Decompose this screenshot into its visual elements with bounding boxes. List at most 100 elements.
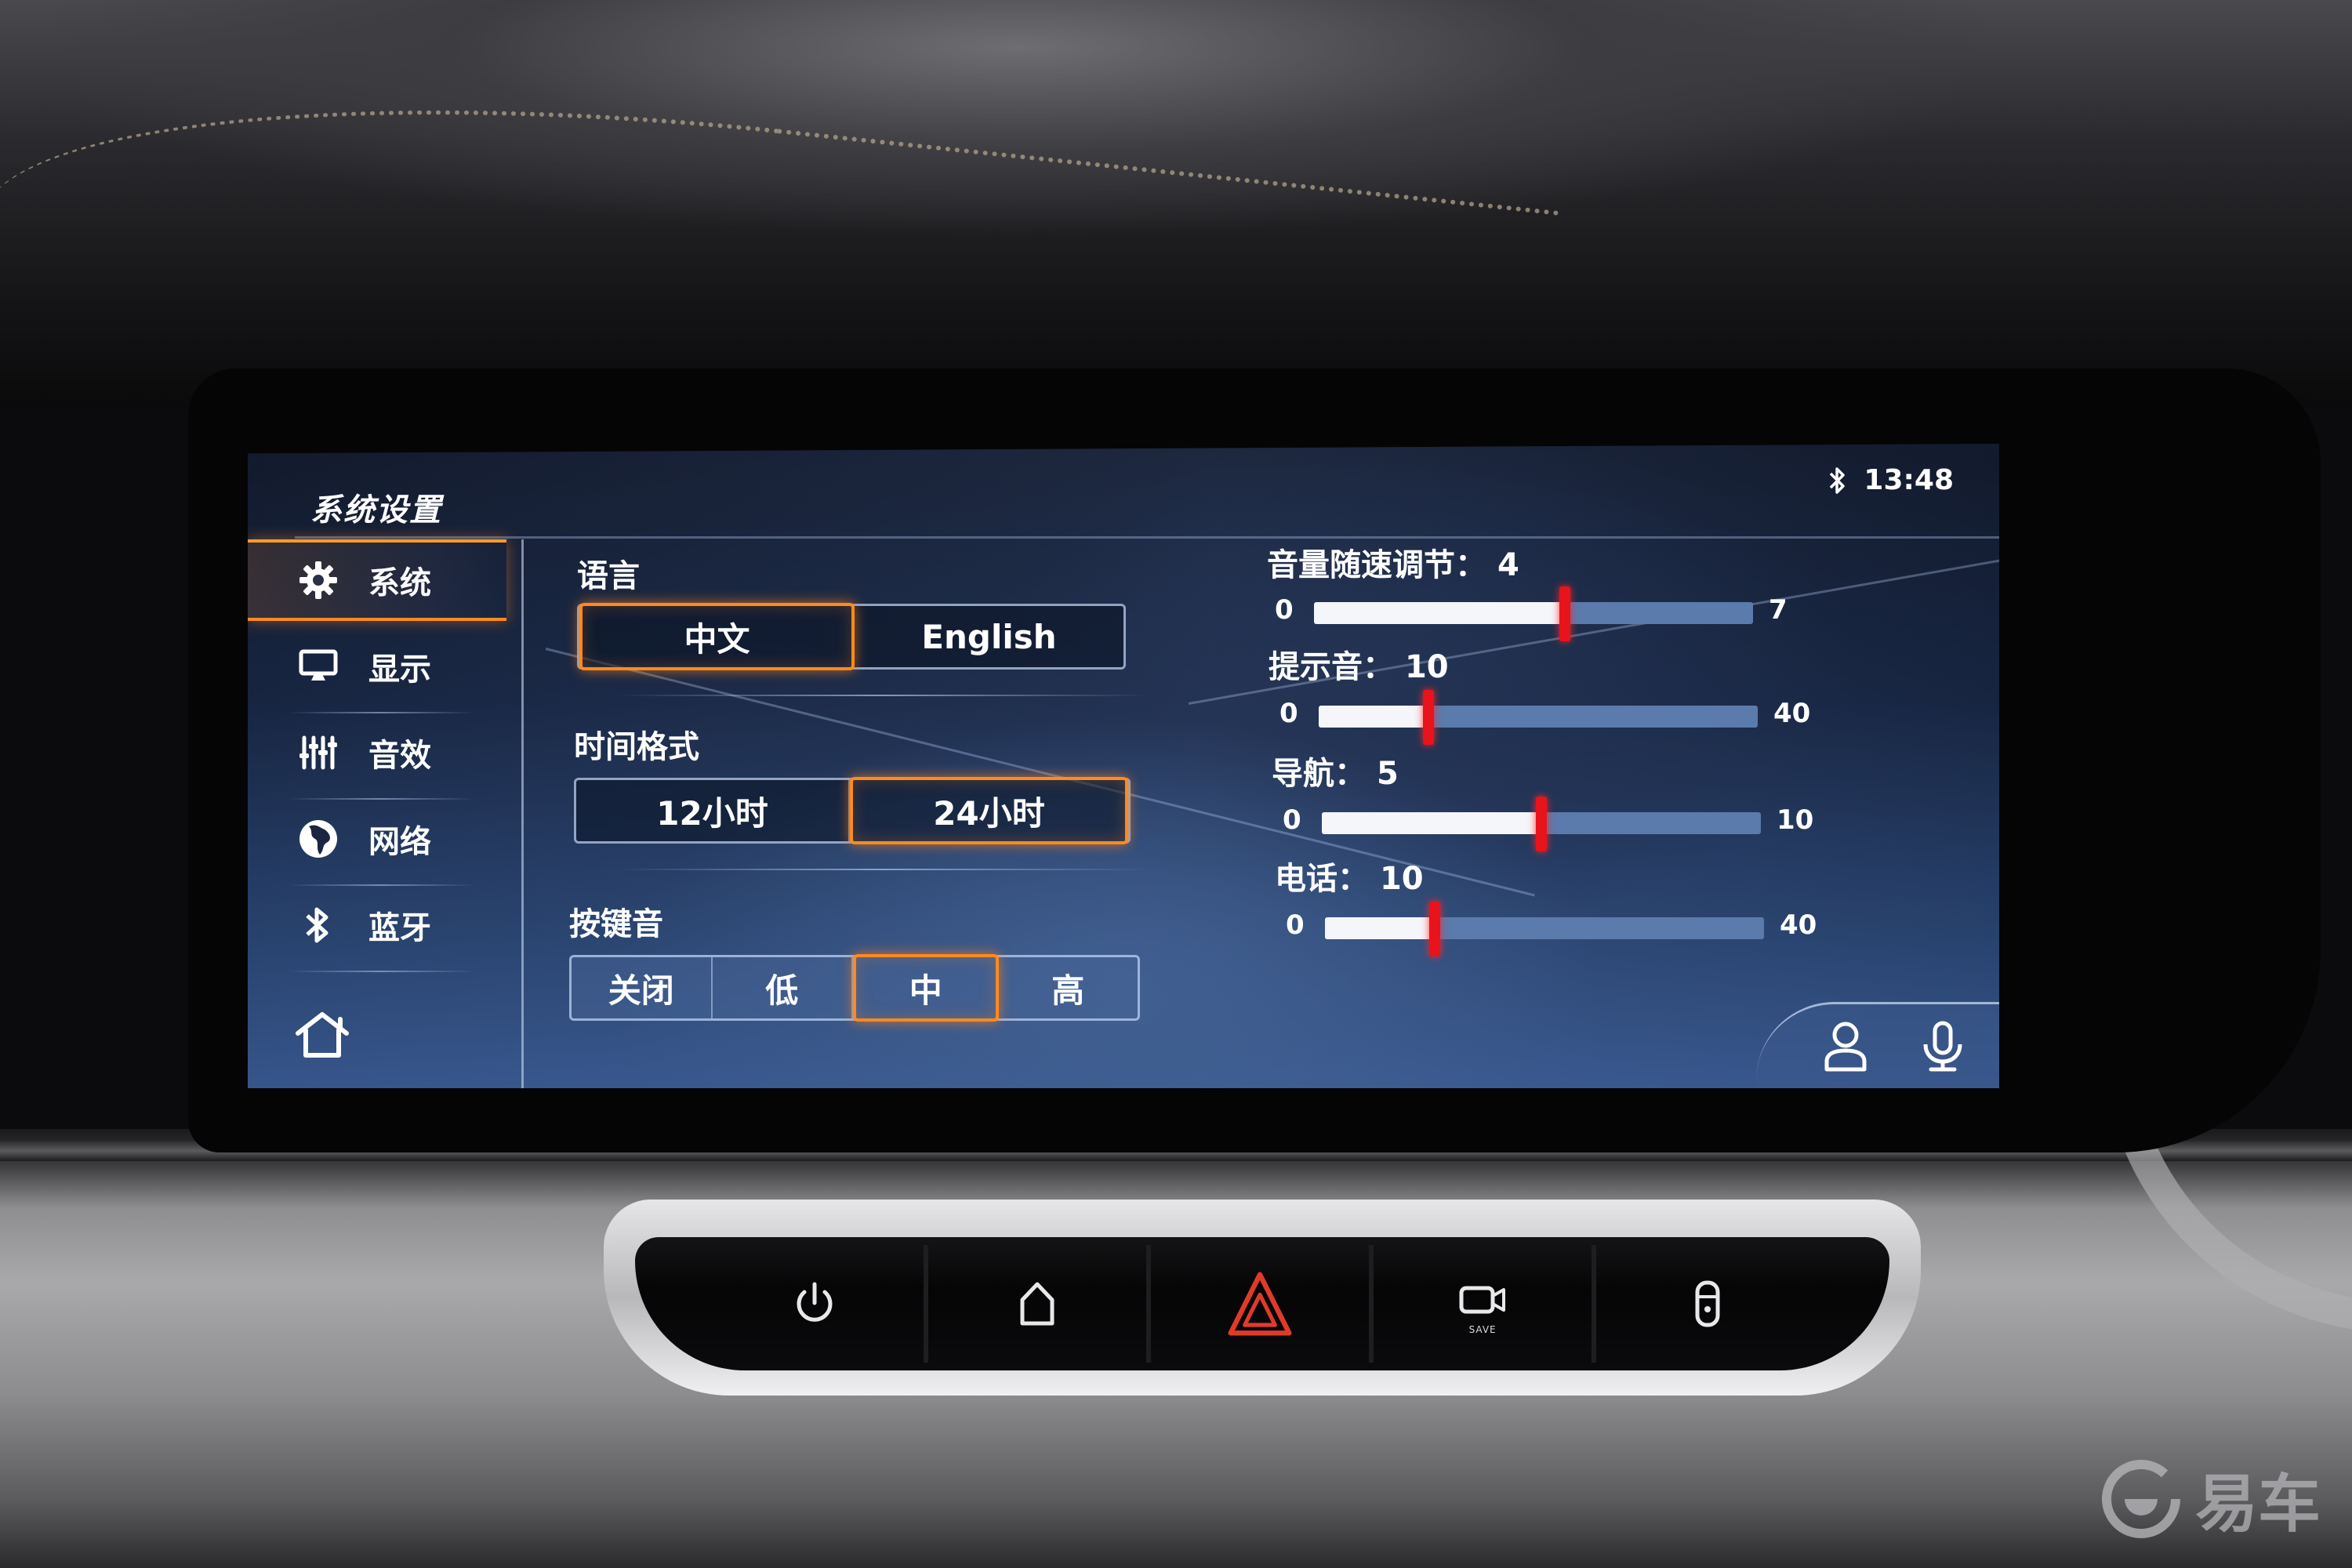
sidebar-item-network[interactable]: 网络: [248, 798, 506, 880]
clock: 13:48: [1864, 464, 1954, 496]
section-divider: [616, 695, 1149, 696]
home-hardware-button[interactable]: [928, 1245, 1152, 1363]
option-label: 高: [1051, 971, 1085, 1010]
page-title: 系统设置: [310, 492, 442, 528]
power-button[interactable]: [706, 1245, 929, 1363]
slider-min-label: 0: [1279, 698, 1298, 729]
dashcam-save-icon: [1459, 1286, 1506, 1314]
key-tone-option-low[interactable]: 低: [713, 957, 853, 1018]
time-format-option-24h[interactable]: 24小时: [850, 777, 1128, 844]
option-label: 中: [909, 971, 942, 1010]
sidebar-item-label: 显示: [368, 652, 431, 688]
option-label: English: [921, 617, 1057, 656]
section-divider: [616, 869, 1149, 870]
hazard-button[interactable]: [1151, 1245, 1374, 1363]
slider-thumb[interactable]: [1423, 690, 1434, 745]
car-lock-icon: [1695, 1280, 1720, 1327]
home-button[interactable]: [295, 1010, 350, 1065]
equalizer-icon: [295, 729, 342, 776]
sidebar-divider: [287, 971, 475, 972]
gear-icon: [295, 557, 342, 604]
sidebar-item-system[interactable]: 系统: [248, 539, 506, 621]
key-tone-label: 按键音: [569, 906, 663, 942]
watermark-logo: 易车: [2098, 1454, 2321, 1544]
slider-title: 提示音：: [1269, 649, 1394, 685]
car-lock-button[interactable]: [1596, 1245, 1819, 1363]
slider-title: 导航：: [1272, 756, 1366, 792]
option-label: 24小时: [933, 793, 1045, 833]
slider-value: 4: [1497, 547, 1519, 583]
slider-fill: [1319, 706, 1428, 728]
option-label: 低: [765, 971, 799, 1010]
globe-icon: [295, 815, 342, 862]
slider-max-label: 10: [1777, 804, 1814, 836]
sidebar-item-label: 网络: [368, 824, 431, 860]
dashcam-save-button[interactable]: SAVE: [1374, 1245, 1597, 1363]
slider-thumb[interactable]: [1429, 902, 1440, 956]
slider-max-label: 40: [1773, 698, 1811, 729]
slider-value: 10: [1379, 861, 1424, 897]
slider-value: 10: [1404, 649, 1449, 685]
hardware-button-bar: SAVE: [635, 1237, 1889, 1370]
option-label: 关闭: [608, 971, 674, 1010]
system-settings-panel: 语言 中文 English 时间格式 12小时 24小时 按键音 关闭 低 中 …: [530, 539, 1189, 1088]
option-label: 中文: [684, 619, 750, 659]
sidebar-item-sound-effects[interactable]: 音效: [248, 712, 506, 793]
option-label: 12小时: [656, 793, 768, 833]
slider-min-label: 0: [1286, 909, 1305, 941]
slider-fill: [1322, 812, 1541, 834]
slider-fill: [1314, 602, 1565, 624]
key-tone-option-off[interactable]: 关闭: [572, 957, 713, 1018]
home-icon: [296, 1012, 349, 1058]
quick-actions-tab: [1756, 1002, 1999, 1088]
slider-max-label: 40: [1780, 909, 1817, 941]
power-icon: [797, 1282, 833, 1322]
slider-title: 音量随速调节：: [1267, 547, 1486, 583]
time-format-label: 时间格式: [574, 729, 699, 765]
slider-track[interactable]: [1314, 586, 1753, 641]
speed-volume-slider[interactable]: 0 7: [1275, 585, 1824, 641]
navigation-volume-slider[interactable]: 0 10: [1283, 795, 1831, 851]
key-tone-selector: 关闭 低 中 高: [569, 954, 1140, 1022]
phone-volume-label: 电话： 10: [1275, 853, 1424, 898]
language-option-chinese[interactable]: 中文: [579, 603, 855, 670]
prompt-tone-label: 提示音： 10: [1269, 641, 1449, 687]
sidebar-item-label: 系统: [368, 565, 431, 601]
sidebar: 系统 显示 音效 网络 蓝牙: [248, 539, 524, 1088]
status-bar: 13:48: [1828, 464, 1954, 496]
sidebar-item-bluetooth[interactable]: 蓝牙: [248, 884, 506, 966]
prompt-tone-slider[interactable]: 0 40: [1279, 688, 1828, 745]
slider-thumb[interactable]: [1559, 586, 1570, 641]
slider-min-label: 0: [1275, 594, 1294, 626]
dashcam-save-caption: SAVE: [1468, 1324, 1497, 1335]
slider-track[interactable]: [1322, 797, 1761, 851]
phone-volume-slider[interactable]: 0 40: [1286, 900, 1835, 956]
language-option-english[interactable]: English: [855, 606, 1123, 667]
microphone-icon: [1923, 1021, 1962, 1071]
slider-title: 电话：: [1275, 861, 1369, 897]
speed-volume-label: 音量随速调节： 4: [1267, 539, 1519, 585]
sidebar-item-display[interactable]: 显示: [248, 626, 506, 707]
home-icon: [1020, 1282, 1054, 1326]
user-profile-icon: [1824, 1022, 1867, 1071]
slider-thumb[interactable]: [1536, 797, 1547, 851]
language-selector: 中文 English: [577, 603, 1126, 670]
key-tone-option-high[interactable]: 高: [999, 957, 1138, 1018]
language-label: 语言: [577, 558, 640, 594]
infotainment-screen: 系统设置 13:48 系统 显示 音效 网络 蓝牙 语言 中文 English …: [248, 444, 1999, 1088]
time-format-option-12h[interactable]: 12小时: [576, 780, 850, 841]
slider-track[interactable]: [1319, 690, 1758, 745]
slider-fill: [1325, 917, 1435, 939]
sidebar-item-label: 音效: [368, 738, 431, 774]
user-profile-button[interactable]: [1820, 1019, 1871, 1074]
sidebar-item-label: 蓝牙: [368, 910, 431, 946]
title-bar: 系统设置 13:48: [248, 444, 1999, 538]
watermark-text: 易车: [2195, 1468, 2321, 1541]
slider-track[interactable]: [1325, 902, 1764, 956]
bluetooth-icon: [295, 902, 342, 949]
navigation-volume-label: 导航： 5: [1272, 748, 1399, 793]
volume-sliders-panel: 音量随速调节： 4 0 7 提示音： 10 0 40 导航： 5 0 10 电话…: [1251, 539, 1957, 978]
yiche-logo-icon: [2102, 1460, 2180, 1538]
key-tone-option-medium[interactable]: 中: [853, 954, 999, 1022]
voice-assistant-button[interactable]: [1918, 1019, 1968, 1074]
